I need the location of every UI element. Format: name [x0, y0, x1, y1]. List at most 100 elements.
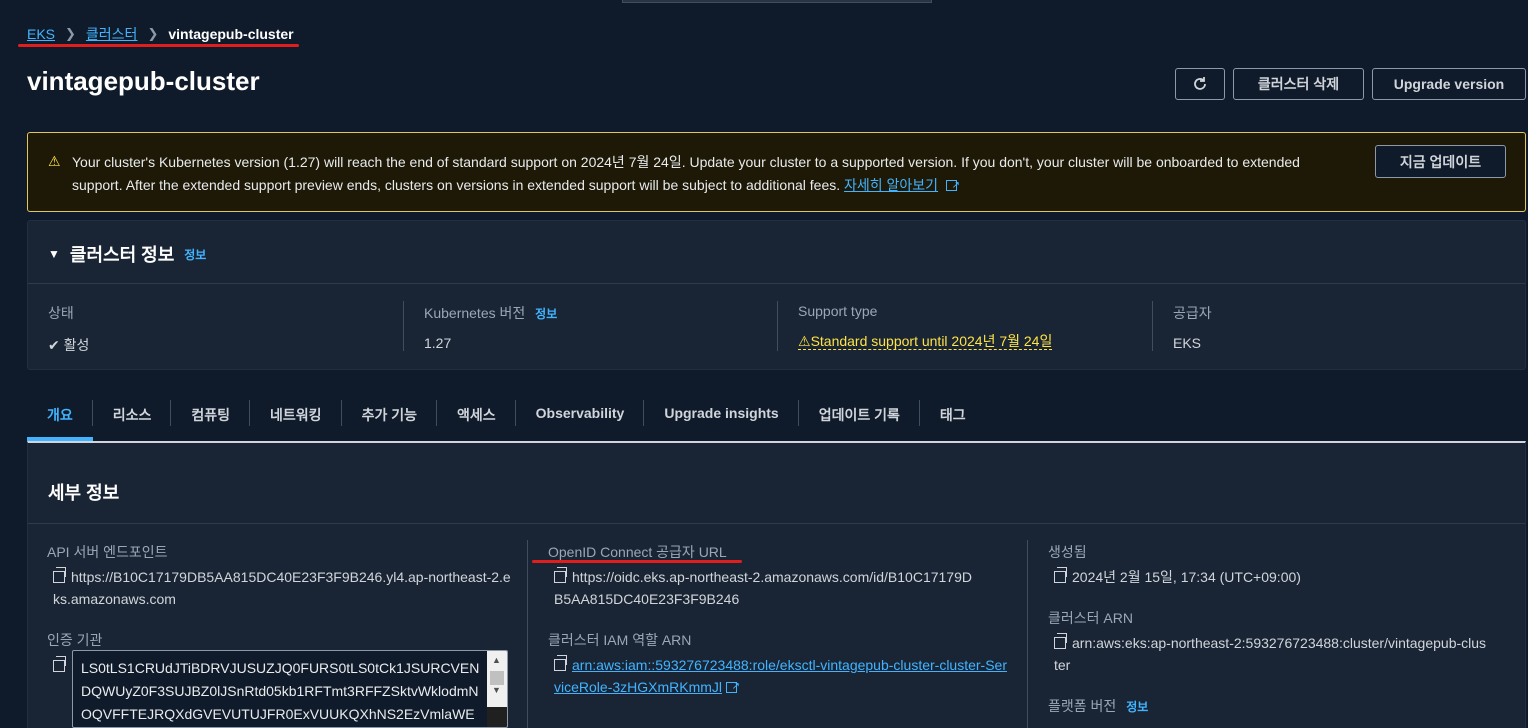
certificate-authority-label: 인증 기관 [47, 632, 103, 648]
tab-label: 액세스 [457, 407, 496, 423]
tab-9[interactable]: 태그 [920, 395, 986, 441]
iam-role-label: 클러스터 IAM 역할 ARN [548, 632, 692, 648]
tab-label: Observability [535, 405, 625, 421]
external-link-icon [945, 174, 960, 197]
api-endpoint-label: API 서버 엔드포인트 [47, 544, 168, 560]
tab-6[interactable]: Observability [516, 395, 645, 441]
cluster-info-panel: ▼ 클러스터 정보 정보 상태 ✔︎ 활성 Kubernetes 버전 정보 1… [27, 220, 1526, 370]
update-now-button[interactable]: 지금 업데이트 [1375, 145, 1506, 178]
support-type-label: Support type [798, 303, 878, 319]
breadcrumb: EKS ❯ 클러스터 ❯ vintagepub-cluster [27, 24, 294, 44]
support-type-value-text: Standard support until 2024년 7월 24일 [810, 333, 1053, 349]
cluster-arn-label: 클러스터 ARN [1048, 610, 1133, 626]
tab-3[interactable]: 네트워킹 [250, 395, 342, 441]
tab-label: 컴퓨팅 [191, 407, 231, 423]
created-value: 2024년 2월 15일, 17:34 (UTC+09:00) [1048, 566, 1508, 588]
api-endpoint-field: API 서버 엔드포인트 https://B10C17179DB5AA815DC… [47, 542, 517, 610]
check-circle-icon: ✔︎ [48, 337, 60, 353]
resize-handle[interactable] [487, 707, 507, 727]
k8s-version-label-text: Kubernetes 버전 [424, 305, 526, 321]
cluster-arn-text: arn:aws:eks:ap-northeast-2:593276723488:… [1054, 635, 1487, 673]
created-label: 생성됨 [1048, 544, 1087, 560]
details-title: 세부 정보 [48, 483, 120, 503]
refresh-button[interactable] [1175, 68, 1225, 100]
external-link-icon [726, 676, 740, 698]
oidc-url-text: https://oidc.eks.ap-northeast-2.amazonaw… [554, 569, 972, 607]
copy-icon[interactable] [1054, 633, 1067, 649]
scroll-down-icon[interactable]: ▼ [492, 685, 501, 695]
copy-icon[interactable] [554, 655, 567, 671]
k8s-version-column: Kubernetes 버전 정보 1.27 [424, 303, 557, 351]
platform-info-link[interactable]: 정보 [1126, 700, 1148, 714]
scroll-up-icon[interactable]: ▲ [492, 655, 501, 665]
status-value-text: 활성 [63, 337, 90, 353]
oidc-url-field: OpenID Connect 공급자 URL https://oidc.eks.… [548, 542, 1018, 610]
alert-text: Your cluster's Kubernetes version (1.27)… [72, 154, 1300, 193]
info-link[interactable]: 정보 [184, 246, 206, 263]
breadcrumb-current: vintagepub-cluster [168, 26, 294, 42]
copy-icon[interactable] [53, 656, 66, 672]
annotation-underline-oidc [532, 560, 742, 563]
tab-label: Upgrade insights [664, 405, 779, 421]
column-divider [527, 540, 528, 728]
oidc-url-value: https://oidc.eks.ap-northeast-2.amazonaw… [548, 566, 978, 610]
platform-version-label: 플랫폼 버전 정보 [1048, 696, 1508, 716]
chevron-right-icon: ❯ [65, 26, 76, 41]
api-endpoint-text: https://B10C17179DB5AA815DC40E23F3F9B246… [53, 569, 511, 607]
page-title: vintagepub-cluster [27, 66, 260, 96]
platform-version-label-text: 플랫폼 버전 [1048, 698, 1117, 714]
certificate-authority-textarea[interactable]: LS0tLS1CRUdJTiBDRVJUSUZJQ0FURS0tLS0tCk1J… [72, 650, 508, 728]
learn-more-link[interactable]: 자세히 알아보기 [844, 177, 938, 193]
provider-value: EKS [1173, 335, 1202, 351]
column-divider [1027, 540, 1028, 728]
breadcrumb-clusters-link[interactable]: 클러스터 [86, 24, 138, 44]
tab-label: 업데이트 기록 [818, 407, 900, 423]
certificate-authority-value: LS0tLS1CRUdJTiBDRVJUSUZJQ0FURS0tLS0tCk1J… [81, 660, 480, 722]
status-value: ✔︎ 활성 [48, 335, 89, 355]
created-text: 2024년 2월 15일, 17:34 (UTC+09:00) [1072, 569, 1301, 585]
cluster-arn-field: 클러스터 ARN arn:aws:eks:ap-northeast-2:5932… [1048, 608, 1508, 676]
status-label: 상태 [48, 305, 74, 321]
tab-7[interactable]: Upgrade insights [644, 395, 799, 441]
copy-icon[interactable] [53, 567, 66, 583]
support-type-text: ⚠Standard support until 2024년 7월 24일 [798, 333, 1053, 350]
tab-label: 리소스 [112, 407, 152, 423]
panel-divider [28, 283, 1525, 284]
chevron-right-icon: ❯ [147, 26, 159, 41]
tab-0[interactable]: 개요 [27, 395, 93, 441]
tab-1[interactable]: 리소스 [93, 395, 172, 441]
tab-label: 네트워킹 [270, 407, 322, 423]
provider-column: 공급자 EKS [1173, 303, 1212, 351]
cluster-info-title: 클러스터 정보 [69, 245, 175, 265]
textarea-scrollbar[interactable]: ▲ ▼ [487, 651, 507, 727]
warning-icon: ⚠ [48, 153, 61, 169]
tab-2[interactable]: 컴퓨팅 [171, 395, 251, 441]
caret-down-icon: ▼ [48, 247, 60, 261]
support-type-value[interactable]: ⚠Standard support until 2024년 7월 24일 [798, 331, 1053, 351]
platform-version-field: 플랫폼 버전 정보 [1048, 696, 1508, 716]
tab-5[interactable]: 액세스 [437, 395, 516, 441]
k8s-version-label: Kubernetes 버전 정보 [424, 303, 557, 323]
upgrade-version-button[interactable]: Upgrade version [1372, 68, 1526, 100]
copy-icon[interactable] [554, 567, 567, 583]
cluster-info-header[interactable]: ▼ 클러스터 정보 정보 [48, 241, 206, 267]
k8s-version-value: 1.27 [424, 335, 452, 351]
refresh-icon [1194, 77, 1206, 90]
top-bar-stub [622, 0, 932, 3]
details-divider [28, 523, 1525, 524]
tab-list: 개요 리소스 컴퓨팅 네트워킹 추가 기능 액세스 Observability Upgrade… [27, 395, 986, 441]
cluster-arn-value: arn:aws:eks:ap-northeast-2:593276723488:… [1048, 632, 1488, 676]
tab-8[interactable]: 업데이트 기록 [799, 395, 920, 441]
iam-role-link[interactable]: arn:aws:iam::593276723488:role/eksctl-vi… [554, 657, 1007, 695]
column-divider [1152, 301, 1153, 351]
certificate-authority-label-wrap: 인증 기관 [47, 630, 102, 650]
tab-4[interactable]: 추가 기능 [342, 395, 437, 441]
support-type-column: Support type ⚠Standard support until 202… [798, 303, 1053, 351]
copy-icon[interactable] [1054, 567, 1067, 583]
scrollbar-thumb[interactable] [490, 671, 504, 685]
k8s-info-link[interactable]: 정보 [535, 307, 557, 321]
breadcrumb-eks-link[interactable]: EKS [27, 26, 55, 42]
delete-cluster-button[interactable]: 클러스터 삭제 [1233, 68, 1364, 100]
status-column: 상태 ✔︎ 활성 [48, 303, 89, 355]
alert-message: Your cluster's Kubernetes version (1.27)… [72, 151, 1352, 197]
